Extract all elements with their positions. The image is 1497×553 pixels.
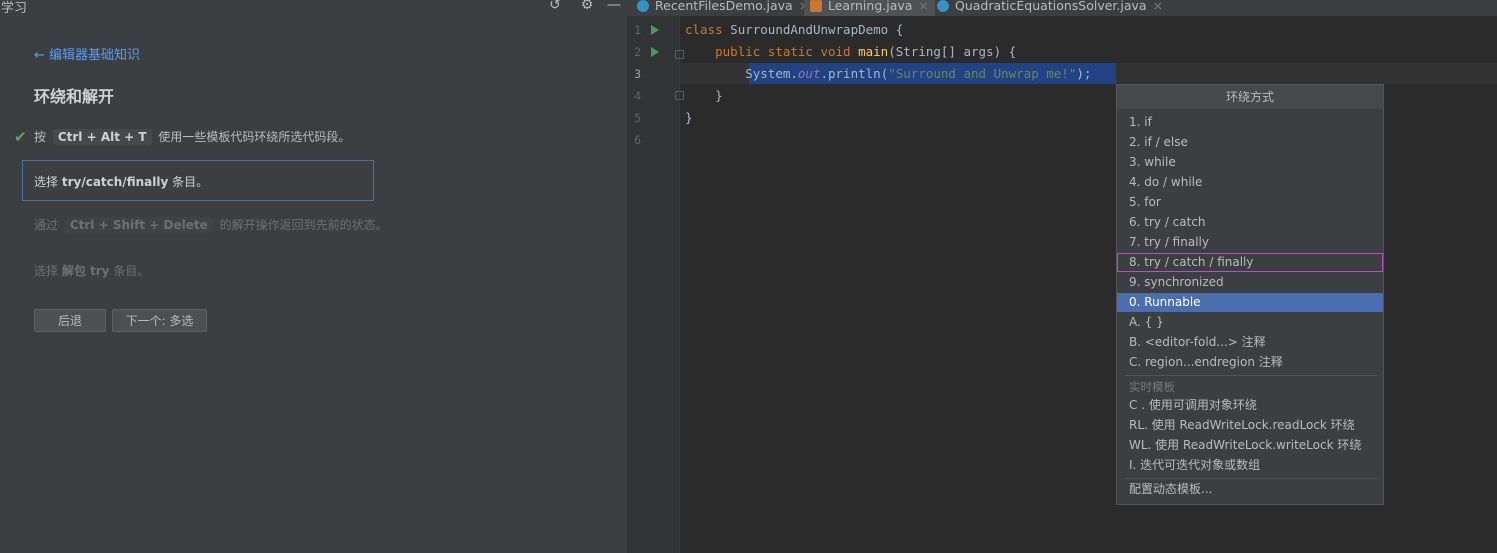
popup-item-editor-fold[interactable]: B. <editor-fold...> 注释 (1117, 333, 1383, 352)
tab-label: QuadraticEquationsSolver.java (955, 0, 1147, 13)
code-text: SurroundAndUnwrapDemo { (722, 22, 904, 37)
run-icon[interactable] (651, 47, 659, 57)
code-line-5: } (685, 110, 693, 125)
back-link[interactable]: ← 编辑器基础知识 (34, 44, 140, 63)
surround-with-popup: 环绕方式 1. if 2. if / else 3. while 4. do /… (1116, 84, 1384, 505)
popup-item-for[interactable]: 5. for (1117, 193, 1383, 212)
gear-icon[interactable]: ⚙ (578, 0, 596, 14)
popup-item-try-finally[interactable]: 7. try / finally (1117, 233, 1383, 252)
minimize-icon[interactable]: — (605, 0, 623, 14)
popup-template-readlock[interactable]: RL. 使用 ReadWriteLock.readLock 环绕 (1117, 416, 1383, 435)
code-text: } (715, 88, 723, 103)
configure-live-templates[interactable]: 配置动态模板... (1117, 480, 1383, 499)
live-templates-label: 实时模板 (1129, 380, 1175, 394)
learning-panel: 学习 ↺ ⚙ — ← 编辑器基础知识 环绕和解开 ✔ 按 Ctrl + Alt … (0, 0, 627, 553)
step-3: 通过 Ctrl + Shift + Delete 的解开操作返回到先前的状态。 (34, 216, 388, 233)
popup-item-runnable[interactable]: 0. Runnable (1117, 293, 1383, 312)
check-icon: ✔ (14, 128, 27, 146)
panel-title: 学习 (1, 1, 28, 16)
popup-item-region[interactable]: C. region...endregion 注释 (1117, 353, 1383, 372)
popup-item-if[interactable]: 1. if (1117, 113, 1383, 132)
tab-label: Learning.java (828, 0, 913, 13)
code-text: .println( (820, 66, 889, 81)
code-text: (String[] args) { (888, 44, 1017, 59)
popup-item-synchronized[interactable]: 9. synchronized (1117, 273, 1383, 292)
step-1-post: 使用一些模板代码环绕所选代码段。 (158, 130, 351, 144)
code-line-3: System.out.println("Surround and Unwrap … (685, 66, 1091, 81)
keyword: class (685, 22, 723, 37)
step-1-pre: 按 (34, 130, 47, 144)
step-3-pre: 通过 (34, 218, 59, 232)
panel-header: 学习 ↺ ⚙ — (0, 0, 627, 16)
run-icon[interactable] (651, 25, 659, 35)
code-line-4: } (685, 88, 723, 103)
popup-item-while[interactable]: 3. while (1117, 153, 1383, 172)
line-number: 4 (634, 89, 641, 103)
code-line-2: public static void main(String[] args) { (685, 44, 1016, 59)
line-number: 5 (634, 111, 641, 125)
static-field: out (797, 66, 821, 81)
tab-recentfilesdemo[interactable]: RecentFilesDemo.java× (637, 0, 809, 16)
step-4: 选择 解包 try 条目。 (34, 262, 149, 279)
code-text: } (685, 110, 693, 125)
code-line-1: class SurroundAndUnwrapDemo { (685, 22, 903, 37)
step-4-pre: 选择 (34, 264, 59, 278)
shortcut-keys: Ctrl + Shift + Delete (64, 217, 213, 233)
popup-item-braces[interactable]: A. { } (1117, 313, 1383, 332)
string-literal: "Surround and Unwrap me!" (888, 66, 1077, 81)
popup-template-callable[interactable]: C . 使用可调用对象环绕 (1117, 396, 1383, 415)
keyword: public static void (715, 44, 851, 59)
method-name: main (858, 44, 889, 59)
close-icon[interactable]: × (918, 0, 928, 13)
tab-quadraticequationssolver[interactable]: QuadraticEquationsSolver.java × (937, 0, 1163, 16)
popup-template-writelock[interactable]: WL. 使用 ReadWriteLock.writeLock 环绕 (1117, 436, 1383, 455)
java-file-icon (810, 0, 822, 12)
java-class-icon (937, 0, 949, 12)
popup-item-try-catch-finally[interactable]: 8. try / catch / finally (1117, 253, 1383, 272)
gutter: 1 2 3 4 5 6 (627, 16, 684, 553)
undo-icon[interactable]: ↺ (546, 0, 564, 14)
popup-template-iterate[interactable]: I. 迭代可迭代对象或数组 (1117, 456, 1383, 475)
line-number: 3 (634, 67, 641, 81)
step-3-post: 的解开操作返回到先前的状态。 (219, 218, 388, 232)
popup-item-try-catch[interactable]: 6. try / catch (1117, 213, 1383, 232)
editor-tabs: RecentFilesDemo.java× Learning.java× Qua… (627, 0, 1497, 16)
task-post: 条目。 (172, 175, 209, 189)
tab-learning[interactable]: Learning.java × (804, 0, 935, 16)
popup-item-do-while[interactable]: 4. do / while (1117, 173, 1383, 192)
task-bold: try/catch/finally (61, 175, 169, 189)
shortcut-keys: Ctrl + Alt + T (52, 129, 152, 145)
popup-title: 环绕方式 (1117, 85, 1383, 109)
step-1: 按 Ctrl + Alt + T 使用一些模板代码环绕所选代码段。 (34, 128, 350, 145)
back-button[interactable]: 后退 (34, 309, 106, 332)
task-pre: 选择 (34, 175, 59, 189)
tab-label: RecentFilesDemo.java (655, 0, 793, 13)
java-class-icon (637, 0, 649, 12)
close-icon[interactable]: × (1153, 0, 1163, 13)
popup-separator (1125, 375, 1377, 376)
step-4-post: 条目。 (113, 264, 150, 278)
fold-icon[interactable] (675, 91, 684, 100)
code-text: System. (745, 66, 798, 81)
popup-separator (1125, 478, 1377, 479)
current-task-box: 选择 try/catch/finally 条目。 (22, 160, 374, 201)
code-text: ); (1076, 66, 1092, 81)
line-number: 2 (634, 45, 641, 59)
task-text: 选择 try/catch/finally 条目。 (34, 173, 208, 190)
line-number: 6 (634, 133, 641, 147)
fold-icon[interactable] (675, 50, 684, 59)
line-number: 1 (634, 23, 641, 37)
step-4-bold: 解包 try (61, 264, 110, 278)
lesson-title: 环绕和解开 (34, 87, 115, 106)
popup-item-if-else[interactable]: 2. if / else (1117, 133, 1383, 152)
next-button[interactable]: 下一个: 多选 (112, 309, 207, 332)
